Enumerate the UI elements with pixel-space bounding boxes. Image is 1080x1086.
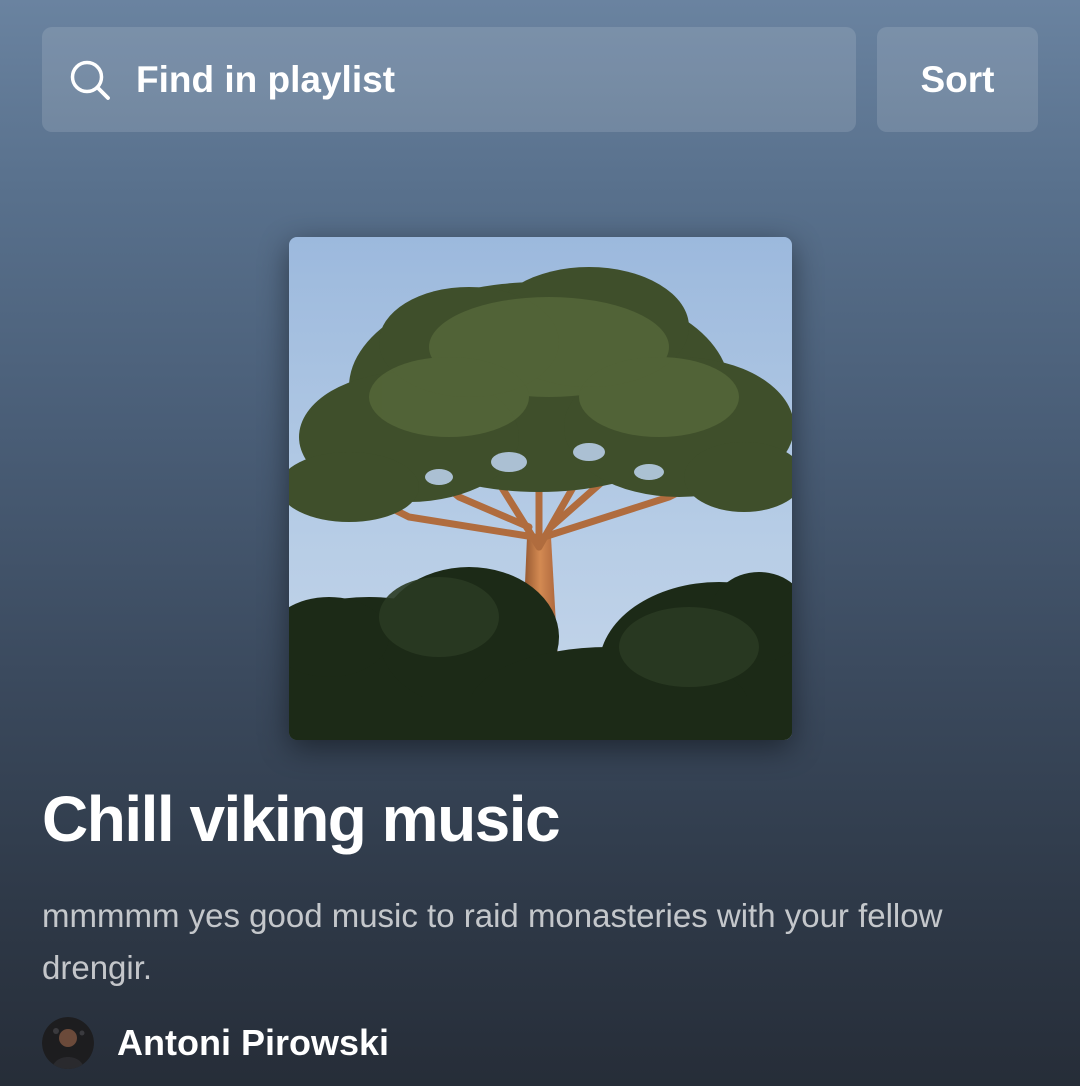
playlist-owner[interactable]: Antoni Pirowski <box>42 1016 389 1070</box>
sort-button[interactable]: Sort <box>877 27 1038 132</box>
playlist-description: mmmmm yes good music to raid monasteries… <box>42 897 943 986</box>
playlist-title: Chill viking music <box>42 783 561 855</box>
top-bar: Sort <box>42 27 1038 132</box>
avatar[interactable] <box>42 1017 94 1069</box>
search-icon <box>68 58 112 102</box>
owner-name[interactable]: Antoni Pirowski <box>117 1022 389 1064</box>
search-input[interactable] <box>136 58 736 101</box>
search-bar[interactable] <box>42 27 856 132</box>
playlist-cover-image <box>289 237 792 740</box>
